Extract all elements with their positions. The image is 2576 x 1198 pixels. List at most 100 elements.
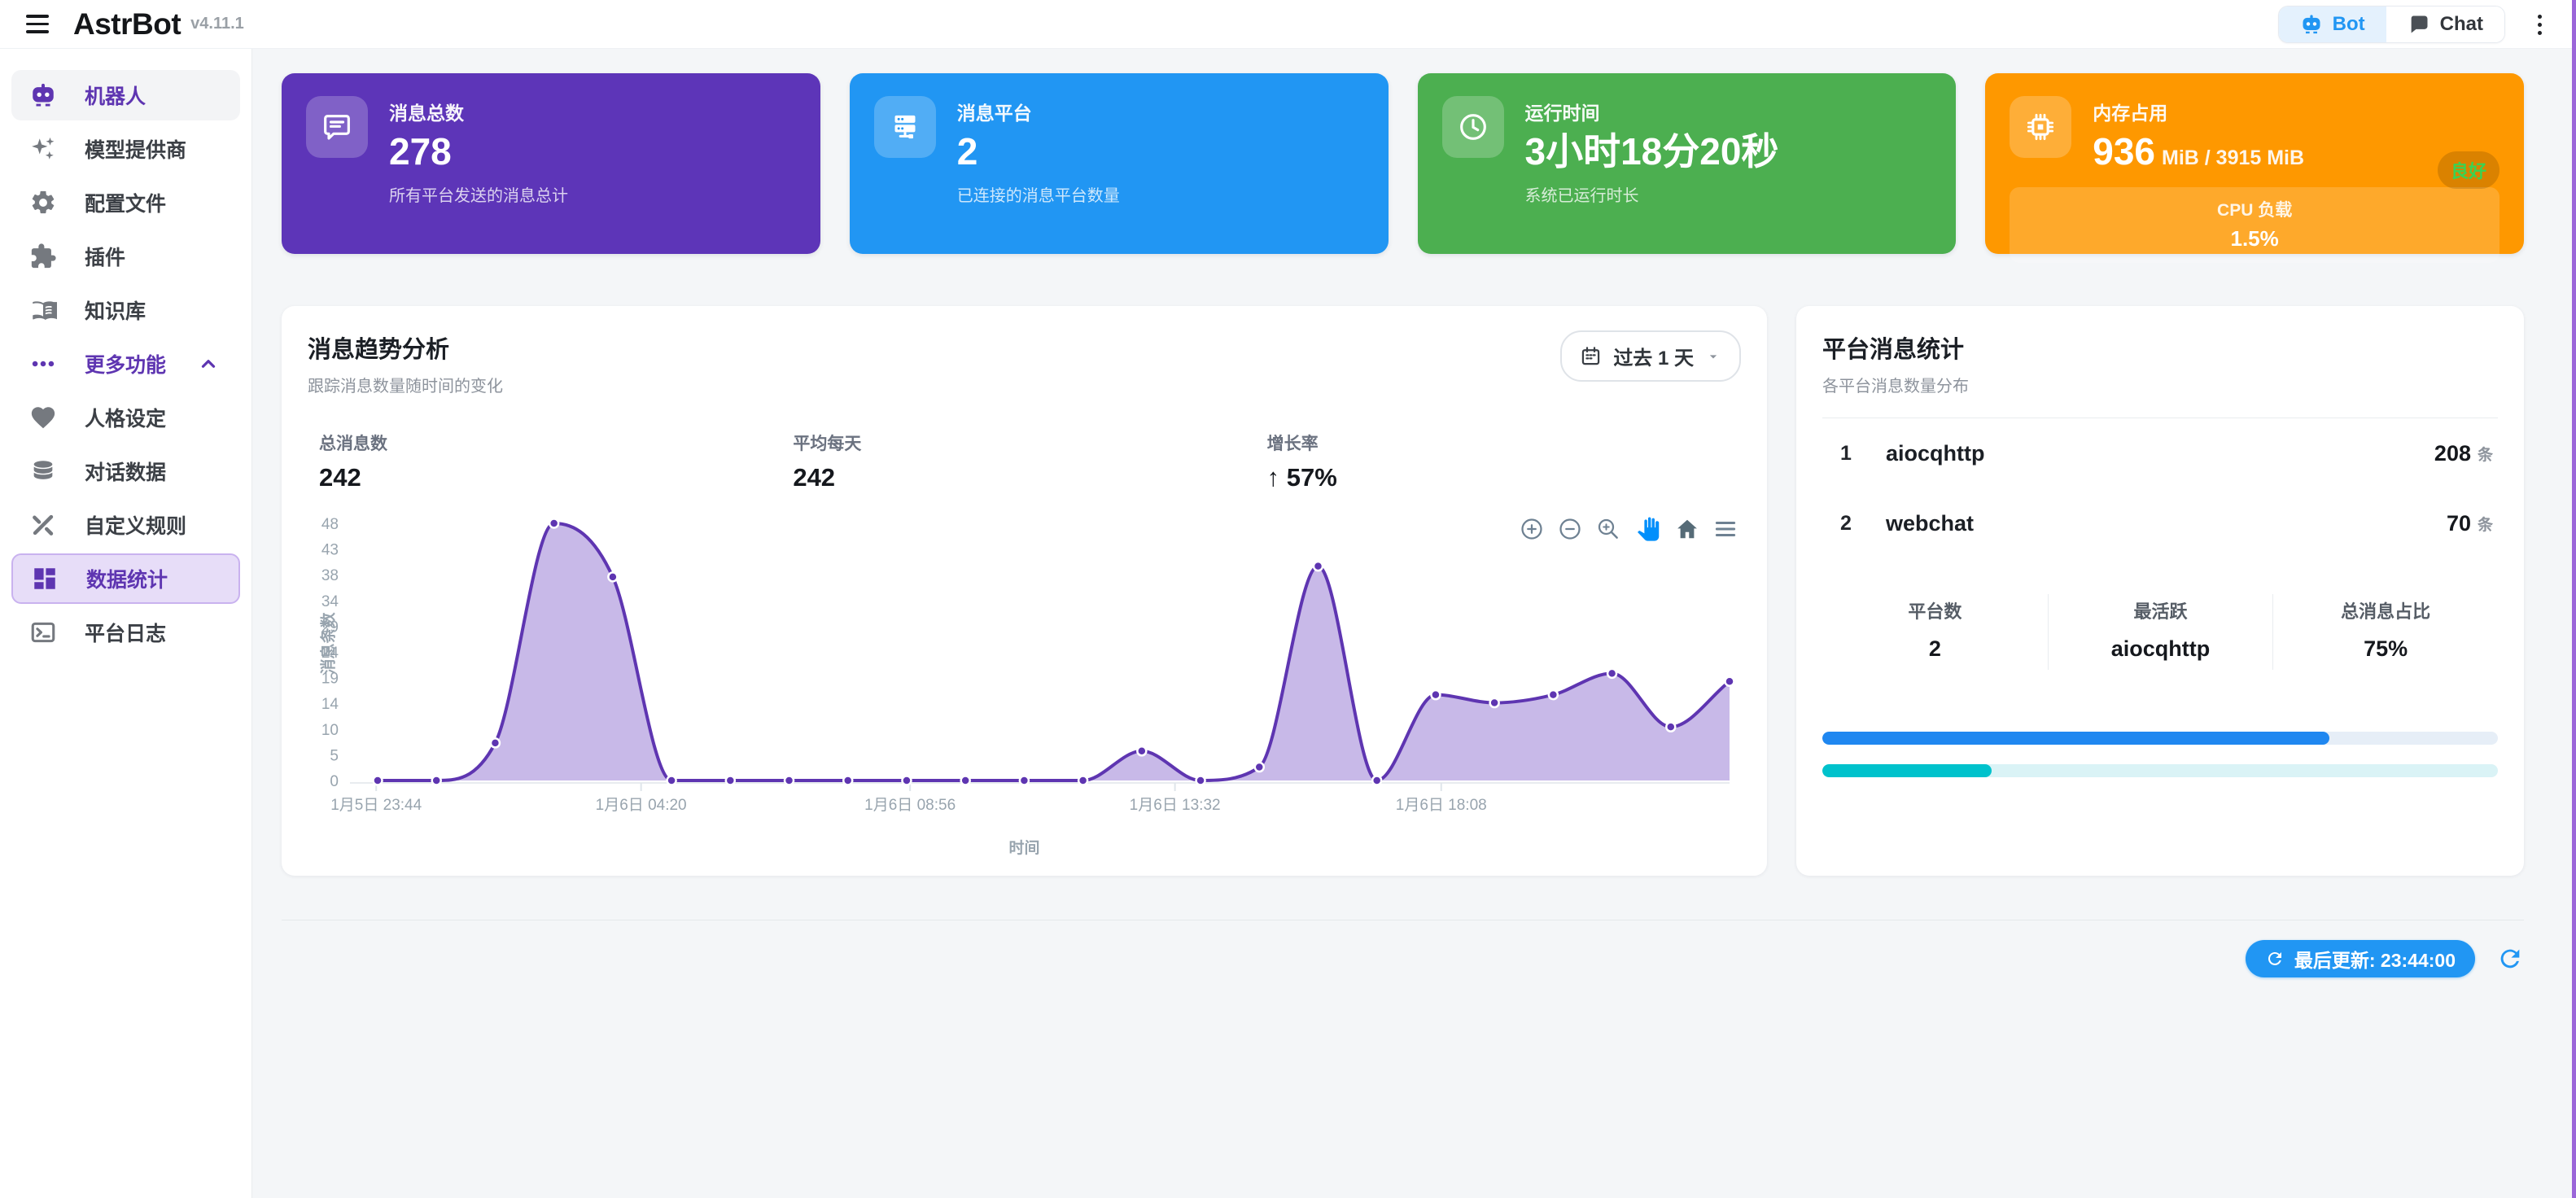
time-range-label: 过去 1 天 xyxy=(1613,348,1694,369)
card-title: 运行时间 xyxy=(1524,103,1600,124)
card-value: 3小时18分20秒 xyxy=(1524,130,1779,173)
hamburger-menu-icon[interactable] xyxy=(26,15,49,33)
app-screen: AstrBot v4.11.1 Bot Chat 机器人 模型提供商 配置文件 … xyxy=(0,0,2576,1198)
refresh-icon xyxy=(2265,949,2285,968)
trend-stat-growth: 增长率 ↑ 57% xyxy=(1266,435,1337,492)
chart-toolbar xyxy=(1520,515,1738,542)
cpu-chip-icon xyxy=(2010,96,2072,158)
gear-icon xyxy=(29,189,57,216)
last-update-chip[interactable]: 最后更新: 23:44:00 xyxy=(2245,940,2475,977)
card-value: 278 xyxy=(389,130,452,173)
toggle-bot[interactable]: Bot xyxy=(2278,7,2386,42)
svg-text:5: 5 xyxy=(330,747,339,764)
crossed-tools-icon xyxy=(29,511,57,539)
most-active-platform: 最活跃 aiocqhttp xyxy=(2047,594,2273,670)
card-total-messages: 消息总数 278 所有平台发送的消息总计 xyxy=(282,73,820,254)
svg-text:0: 0 xyxy=(330,773,339,790)
last-update-label: 最后更新: 23:44:00 xyxy=(2294,950,2456,971)
card-value: 2 xyxy=(956,130,978,173)
sidebar-item-label: 模型提供商 xyxy=(85,139,187,162)
time-range-dropdown[interactable]: 过去 1 天 xyxy=(1560,330,1741,382)
toggle-chat-label: Chat xyxy=(2439,13,2483,35)
caret-down-icon xyxy=(1705,348,1721,365)
calendar-icon xyxy=(1580,345,1602,367)
sidebar-item-label: 机器人 xyxy=(85,85,147,108)
bar-webchat xyxy=(1822,764,2498,777)
app-version: v4.11.1 xyxy=(190,15,244,33)
refresh-button[interactable] xyxy=(2496,945,2524,973)
database-icon xyxy=(29,457,57,485)
sidebar-item-custom-rules[interactable]: 自定义规则 xyxy=(11,500,240,550)
trend-stat-daily-avg: 平均每天 242 xyxy=(793,435,862,492)
platform-summary: 平台数 2 最活跃 aiocqhttp 总消息占比 75% xyxy=(1822,594,2498,670)
sidebar-item-plugins[interactable]: 插件 xyxy=(11,231,240,282)
platform-stats-panel: 平台消息统计 各平台消息数量分布 1 aiocqhttp 208 条 2 web… xyxy=(1796,306,2524,876)
home-reset-icon[interactable] xyxy=(1675,517,1699,541)
sidebar-item-knowledge-base[interactable]: 知识库 xyxy=(11,285,240,335)
cpu-load-label: CPU 负载 xyxy=(2217,201,2293,221)
x-axis-title: 时间 xyxy=(1008,840,1040,857)
dashboard-grid-icon xyxy=(31,565,59,592)
page-scrollbar[interactable] xyxy=(2572,0,2576,1198)
card-subtitle: 所有平台发送的消息总计 xyxy=(389,187,568,206)
chart-menu-icon[interactable] xyxy=(1713,517,1738,541)
toggle-bot-label: Bot xyxy=(2332,13,2365,35)
sidebar-item-label: 插件 xyxy=(85,247,126,269)
sidebar-item-conversation-data[interactable]: 对话数据 xyxy=(11,446,240,496)
status-badge: 良好 xyxy=(2437,151,2499,189)
sidebar: 机器人 模型提供商 配置文件 插件 知识库 更多功能 人格设定 对话数据 自定义… xyxy=(0,49,252,1198)
svg-text:1月6日 04:20: 1月6日 04:20 xyxy=(596,797,687,814)
trend-chart: 消息条数 1月5日 23:44 1月6日 04:20 1月6日 08:56 1月6日 … xyxy=(308,510,1741,858)
update-row: 最后更新: 23:44:00 xyxy=(282,940,2524,977)
bot-chat-toggle: Bot Chat xyxy=(2277,6,2505,43)
card-value: 936 MiB / 3915 MiB xyxy=(2093,130,2305,173)
sidebar-item-robots[interactable]: 机器人 xyxy=(11,70,240,120)
stat-cards: 消息总数 278 所有平台发送的消息总计 消息平台 2 已连接的消息平台数量 运… xyxy=(282,73,2524,264)
pan-icon[interactable] xyxy=(1634,515,1661,542)
trend-stat-total: 总消息数 242 xyxy=(319,435,387,492)
cpu-load-panel: CPU 负载 1.5% xyxy=(2010,187,2499,264)
sidebar-item-statistics[interactable]: 数据统计 xyxy=(11,553,240,604)
zoom-in-icon[interactable] xyxy=(1520,517,1544,541)
area-chart[interactable]: 1月5日 23:44 1月6日 04:20 1月6日 08:56 1月6日 13:32… xyxy=(308,510,1736,836)
sidebar-item-label: 数据统计 xyxy=(86,569,168,592)
card-title: 内存占用 xyxy=(2093,103,2168,124)
sidebar-item-label: 平台日志 xyxy=(85,623,167,645)
sidebar-item-platform-logs[interactable]: 平台日志 xyxy=(11,607,240,658)
kebab-menu-icon[interactable] xyxy=(2533,10,2547,40)
sidebar-item-label: 自定义规则 xyxy=(85,515,187,538)
chat-bubble-icon xyxy=(2408,13,2430,36)
bar-aiocqhttp xyxy=(1822,732,2498,745)
platform-row-aiocqhttp[interactable]: 1 aiocqhttp 208 条 xyxy=(1822,418,2498,488)
top-bar: AstrBot v4.11.1 Bot Chat xyxy=(0,0,2576,49)
sidebar-section-more-features[interactable]: 更多功能 xyxy=(11,339,240,389)
sidebar-item-persona[interactable]: 人格设定 xyxy=(11,392,240,443)
message-trend-panel: 消息趋势分析 跟踪消息数量随时间的变化 过去 1 天 总消息数 242 平均每天… xyxy=(282,306,1767,876)
chevron-up-icon xyxy=(198,353,219,374)
selection-zoom-icon[interactable] xyxy=(1596,517,1620,541)
svg-text:43: 43 xyxy=(321,542,339,559)
y-axis-title: 消息条数 xyxy=(320,612,338,675)
terminal-icon xyxy=(29,619,57,646)
card-subtitle: 系统已运行时长 xyxy=(1524,187,1639,206)
cpu-load-value: 1.5% xyxy=(2230,226,2279,251)
clock-icon xyxy=(1441,96,1504,158)
trend-subtitle: 跟踪消息数量随时间的变化 xyxy=(308,378,503,396)
sidebar-item-label: 更多功能 xyxy=(85,354,167,377)
header-actions: Bot Chat xyxy=(2277,0,2547,49)
main-content: 消息总数 278 所有平台发送的消息总计 消息平台 2 已连接的消息平台数量 运… xyxy=(252,49,2576,1198)
ellipsis-icon xyxy=(29,350,57,378)
server-icon xyxy=(873,96,936,158)
svg-text:48: 48 xyxy=(321,516,339,533)
zoom-out-icon[interactable] xyxy=(1558,517,1582,541)
sidebar-item-model-providers[interactable]: 模型提供商 xyxy=(11,124,240,174)
toggle-chat[interactable]: Chat xyxy=(2386,7,2504,42)
platform-row-webchat[interactable]: 2 webchat 70 条 xyxy=(1822,488,2498,558)
svg-text:1月5日 23:44: 1月5日 23:44 xyxy=(330,797,422,814)
sidebar-item-label: 人格设定 xyxy=(85,408,167,431)
puzzle-icon xyxy=(29,243,57,270)
platform-subtitle: 各平台消息数量分布 xyxy=(1822,378,1969,396)
card-memory: 内存占用 936 MiB / 3915 MiB 良好 CPU 负载 1.5% xyxy=(1985,73,2524,264)
sidebar-item-config[interactable]: 配置文件 xyxy=(11,177,240,228)
card-title: 消息平台 xyxy=(956,103,1032,124)
